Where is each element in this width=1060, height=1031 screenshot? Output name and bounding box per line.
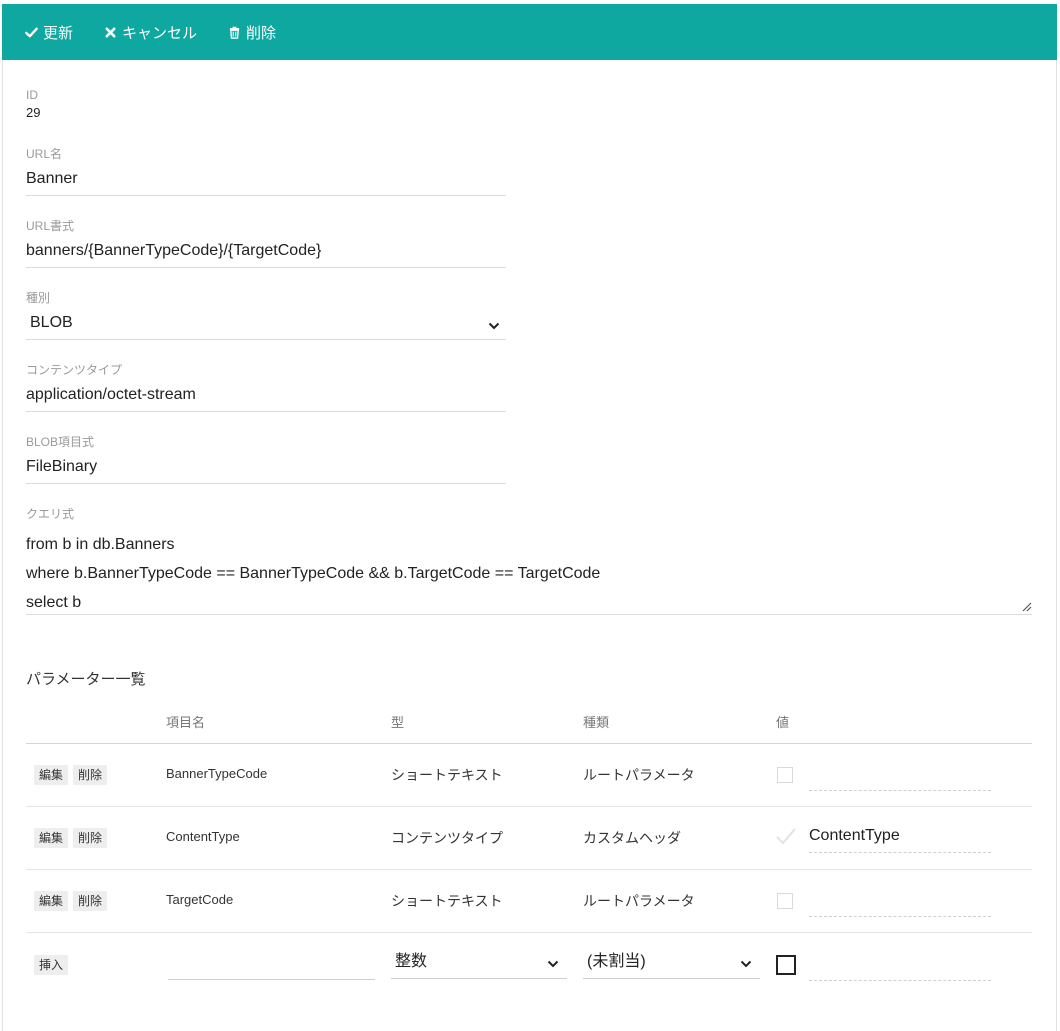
edit-button[interactable]: 編集 xyxy=(34,828,69,848)
param-kind: ルートパラメータ xyxy=(583,893,695,909)
param-value-input[interactable]: ContentType xyxy=(809,822,991,853)
chevron-down-icon xyxy=(740,960,752,968)
url-name-input[interactable]: Banner xyxy=(26,168,506,190)
toolbar: 更新 キャンセル 削除 xyxy=(2,4,1057,60)
delete-button[interactable]: 削除 xyxy=(227,17,276,47)
insert-button[interactable]: 挿入 xyxy=(34,955,69,975)
content-type-input[interactable]: application/octet-stream xyxy=(26,384,506,406)
param-kind: ルートパラメータ xyxy=(583,767,695,783)
query-textarea[interactable]: from b in db.Banners where b.BannerTypeC… xyxy=(26,530,1032,615)
kind-label: 種別 xyxy=(26,291,51,305)
col-header-name: 項目名 xyxy=(166,715,206,730)
update-button-label: 更新 xyxy=(43,24,74,42)
id-label: ID xyxy=(26,88,38,102)
content-type-label: コンテンツタイプ xyxy=(26,363,123,377)
new-param-checkbox[interactable] xyxy=(776,955,796,975)
content-type-field: コンテンツタイプ application/octet-stream xyxy=(26,363,506,412)
content-type-underline xyxy=(26,411,506,412)
delete-param-button[interactable]: 削除 xyxy=(73,891,108,911)
param-checkbox[interactable] xyxy=(777,767,793,783)
new-param-name-input[interactable] xyxy=(168,949,375,980)
chevron-down-icon xyxy=(488,322,500,330)
blob-expr-field: BLOB項目式 FileBinary xyxy=(26,435,506,484)
col-header-type: 型 xyxy=(391,715,405,730)
col-header-value: 値 xyxy=(776,715,790,730)
url-format-field: URL書式 banners/{BannerTypeCode}/{TargetCo… xyxy=(26,219,506,268)
kind-field: 種別 BLOB xyxy=(26,291,506,340)
blob-expr-label: BLOB項目式 xyxy=(26,435,95,449)
new-param-type-select[interactable]: 整数 xyxy=(391,948,567,979)
query-line: select b xyxy=(26,594,82,611)
checked-checkbox-icon[interactable] xyxy=(775,826,797,846)
url-format-input[interactable]: banners/{BannerTypeCode}/{TargetCode} xyxy=(26,240,506,262)
new-param-kind-select[interactable]: (未割当) xyxy=(583,948,760,979)
edit-button[interactable]: 編集 xyxy=(34,891,69,911)
param-checkbox[interactable] xyxy=(777,893,793,909)
resize-handle-icon[interactable] xyxy=(1021,601,1032,612)
param-kind: カスタムヘッダ xyxy=(583,830,681,846)
params-title: パラメーター一覧 xyxy=(26,671,146,688)
id-field: ID 29 xyxy=(26,88,506,121)
delete-param-button[interactable]: 削除 xyxy=(73,828,108,848)
times-icon xyxy=(103,25,117,39)
query-underline xyxy=(26,614,1032,615)
cancel-button[interactable]: キャンセル xyxy=(103,17,197,47)
trash-icon xyxy=(227,25,241,39)
url-name-field: URL名 Banner xyxy=(26,147,506,196)
param-type: ショートテキスト xyxy=(391,893,503,909)
param-name: TargetCode xyxy=(166,892,234,907)
delete-button-label: 削除 xyxy=(246,24,277,42)
cancel-button-label: キャンセル xyxy=(122,24,198,42)
table-header-divider xyxy=(26,743,1032,744)
blob-expr-underline xyxy=(26,483,506,484)
kind-underline xyxy=(26,339,506,340)
delete-param-button[interactable]: 削除 xyxy=(73,765,108,785)
param-name: ContentType xyxy=(166,829,240,844)
row-divider xyxy=(26,869,1032,870)
param-type: ショートテキスト xyxy=(391,767,503,783)
query-line: from b in db.Banners xyxy=(26,536,175,553)
url-format-underline xyxy=(26,267,506,268)
url-format-label: URL書式 xyxy=(26,219,75,233)
query-label: クエリ式 xyxy=(26,507,75,521)
id-value: 29 xyxy=(26,105,41,120)
blob-expr-input[interactable]: FileBinary xyxy=(26,456,506,478)
param-value-input[interactable] xyxy=(809,886,991,917)
col-header-kind: 種類 xyxy=(583,715,610,730)
url-name-label: URL名 xyxy=(26,147,63,161)
edit-button[interactable]: 編集 xyxy=(34,765,69,785)
kind-select-value: BLOB xyxy=(30,314,73,331)
param-value-input[interactable] xyxy=(809,760,991,791)
check-icon xyxy=(24,25,38,39)
query-line: where b.BannerTypeCode == BannerTypeCode… xyxy=(26,565,601,582)
chevron-down-icon xyxy=(547,960,559,968)
row-divider xyxy=(26,806,1032,807)
new-param-type-value: 整数 xyxy=(395,953,428,970)
url-name-underline xyxy=(26,195,506,196)
row-divider xyxy=(26,932,1032,933)
update-button[interactable]: 更新 xyxy=(24,17,73,47)
new-param-kind-value: (未割当) xyxy=(587,953,646,970)
param-type: コンテンツタイプ xyxy=(391,830,503,846)
new-param-value-input[interactable] xyxy=(809,950,991,981)
kind-select[interactable]: BLOB xyxy=(26,312,506,334)
param-name: BannerTypeCode xyxy=(166,766,268,781)
